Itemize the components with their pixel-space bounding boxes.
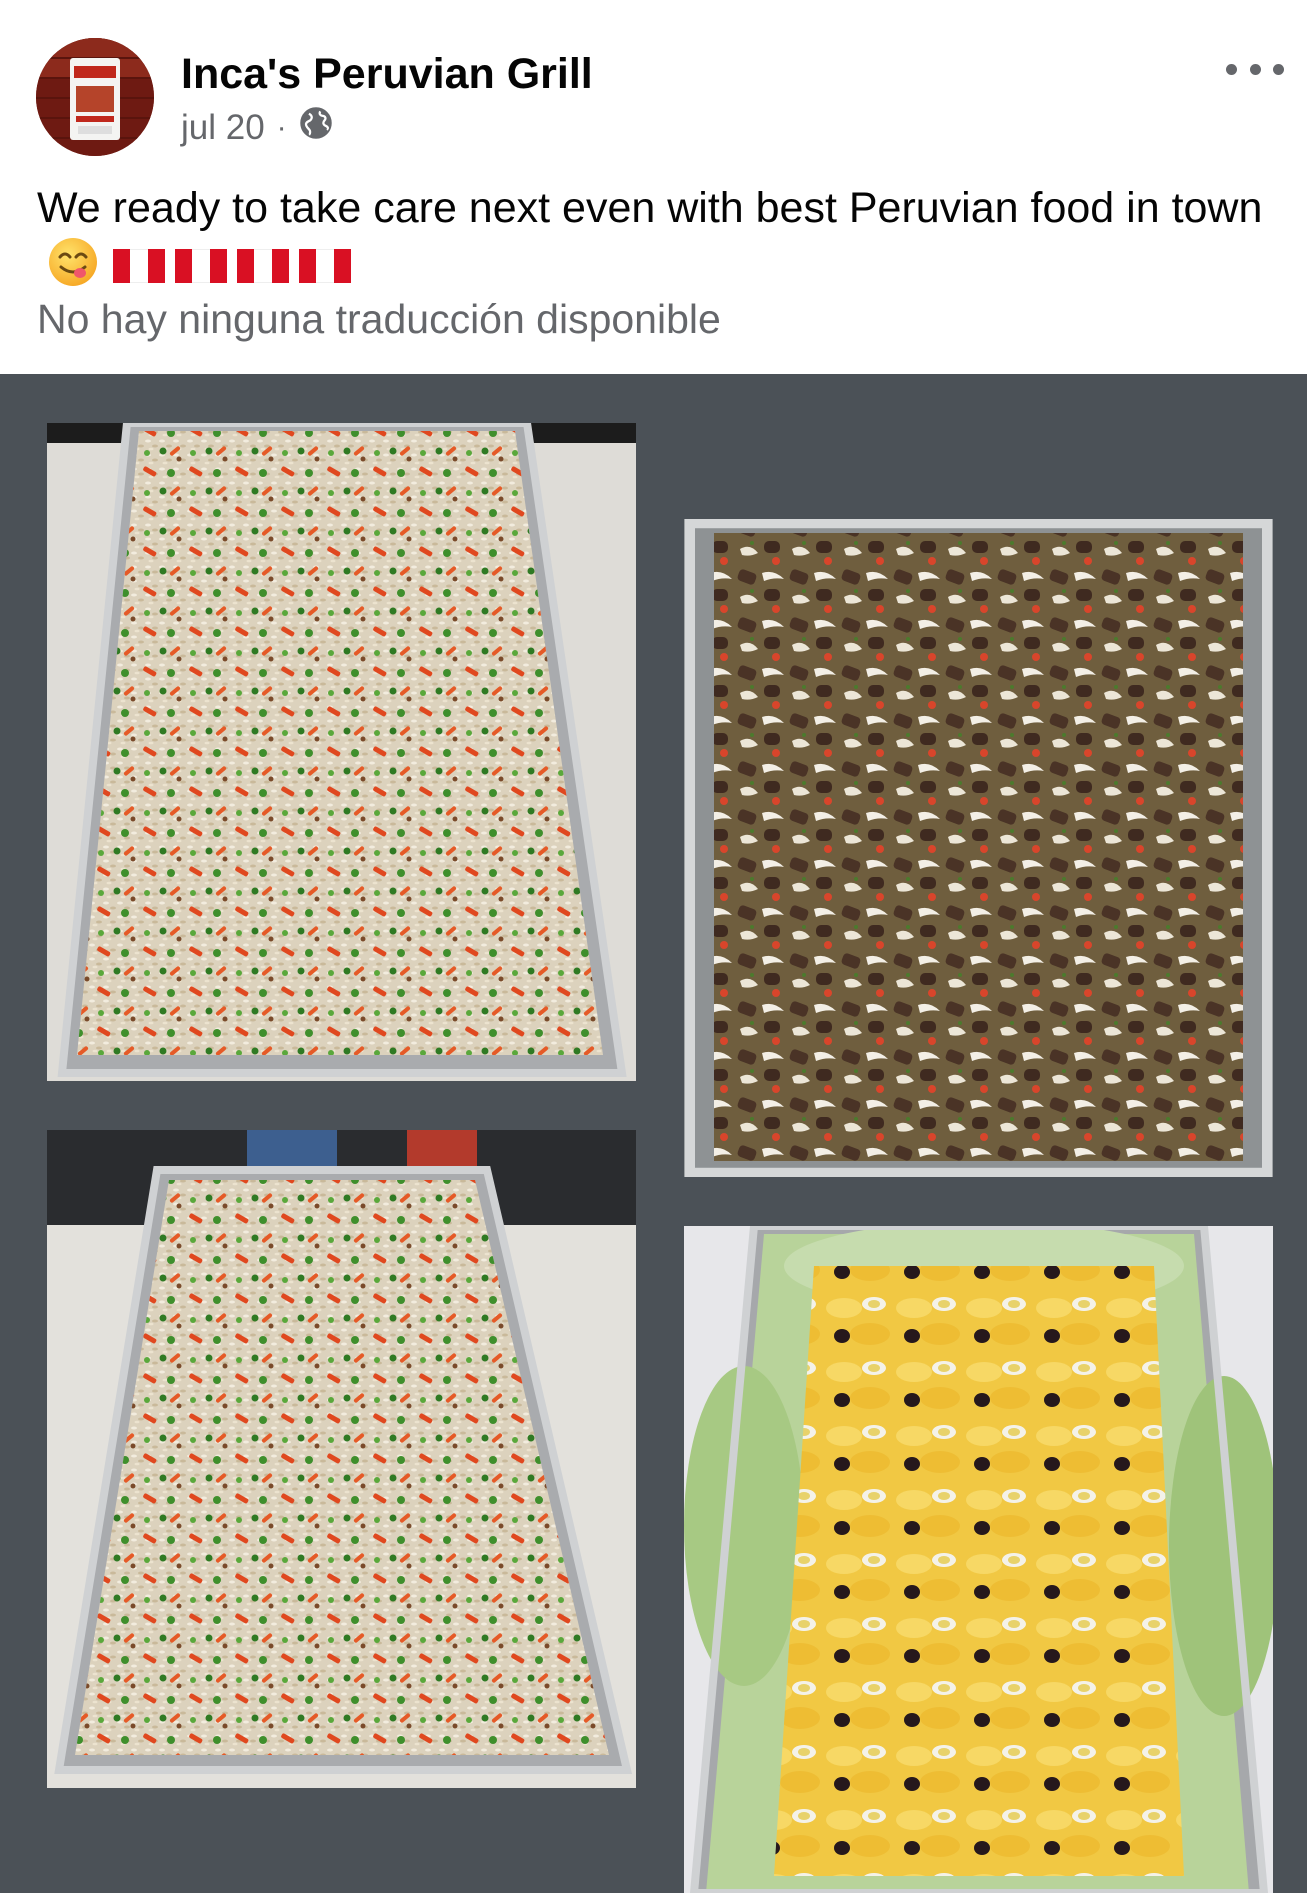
meta-separator: · (276, 110, 287, 144)
photo-fried-rice-tray-1[interactable] (47, 423, 636, 1081)
post-message: We ready to take care next even with bes… (37, 180, 1277, 302)
translation-note[interactable]: No hay ninguna traducción disponible (37, 296, 721, 343)
peru-flag-icon (299, 249, 351, 283)
page-name[interactable]: Inca's Peruvian Grill (181, 50, 593, 99)
photo-fried-rice-tray-2[interactable] (47, 1130, 636, 1788)
peru-flag-icon (237, 249, 289, 283)
peru-flag-icon (113, 249, 165, 283)
photo-lomo-saltado-tray[interactable] (684, 519, 1273, 1177)
yum-face-emoji (47, 236, 99, 302)
post-header: Inca's Peruvian Grill jul 20 · We ready … (0, 0, 1307, 372)
page-avatar[interactable] (36, 38, 154, 156)
globe-icon[interactable] (299, 106, 333, 149)
post-date[interactable]: jul 20 (181, 108, 265, 148)
peru-flag-icon (175, 249, 227, 283)
photo-papa-a-la-huancaina-tray[interactable] (684, 1226, 1273, 1893)
peru-flags (113, 249, 351, 283)
photo-gallery (0, 374, 1307, 1893)
post-meta: jul 20 · (181, 106, 333, 149)
post-message-text: We ready to take care next even with bes… (37, 184, 1263, 232)
more-options-icon[interactable] (1226, 52, 1284, 86)
